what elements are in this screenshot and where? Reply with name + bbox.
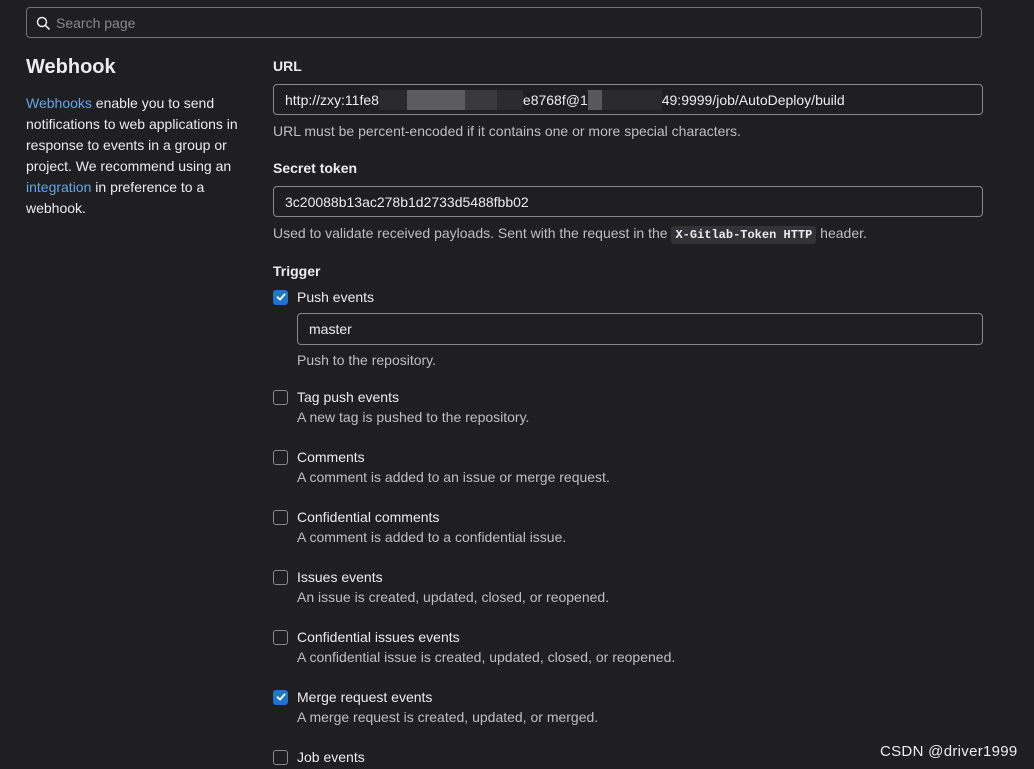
issues-events-label: Issues events [297,569,383,585]
trigger-label: Trigger [273,263,321,279]
confidential-comments-label: Confidential comments [297,509,440,525]
integration-link[interactable]: integration [26,179,91,195]
secret-token-input[interactable]: 3c20088b13ac278b1d2733d5488fbb02 [273,186,983,217]
header-name-code: X-Gitlab-Token HTTP [671,226,817,244]
url-help-text: URL must be percent-encoded if it contai… [273,123,741,139]
watermark-text: CSDN @driver1999 [880,743,1018,760]
trigger-confidential-comments[interactable]: Confidential comments [273,509,439,525]
merge-request-events-desc: A merge request is created, updated, or … [297,709,599,725]
url-value-part1: http://zxy:11fe8 [285,91,379,108]
checkmark-icon [276,693,286,701]
checkmark-icon [276,293,286,301]
secret-token-value: 3c20088b13ac278b1d2733d5488fbb02 [285,193,529,210]
merge-request-events-label: Merge request events [297,689,433,705]
secret-help-suffix: header. [816,225,867,241]
redacted-mask [496,89,523,110]
url-input[interactable]: http://zxy:11fe8 e8768f@1 49:9999/job/Au… [273,84,983,115]
sidebar-description: Webhook Webhooks enable you to send noti… [26,56,251,219]
url-label: URL [273,58,302,74]
url-value-part3: 49:9999/job/AutoDeploy/build [661,91,845,108]
branch-filter-input[interactable]: master [297,313,983,345]
confidential-comments-checkbox[interactable] [273,509,288,525]
confidential-issues-events-desc: A confidential issue is created, updated… [297,649,676,665]
url-value-part2: e8768f@1 [522,91,588,108]
tag-push-events-checkbox[interactable] [273,389,288,405]
comments-label: Comments [297,449,365,465]
secret-token-help: Used to validate received payloads. Sent… [273,225,867,244]
search-icon [36,16,50,30]
webhook-description: Webhooks enable you to send notification… [26,93,251,219]
issues-events-desc: An issue is created, updated, closed, or… [297,589,610,605]
issues-events-checkbox[interactable] [273,569,288,585]
redacted-mask [464,89,497,110]
trigger-tag-push-events[interactable]: Tag push events [273,389,399,405]
job-events-checkbox[interactable] [273,749,288,765]
redacted-mask [587,89,602,110]
trigger-confidential-issues-events[interactable]: Confidential issues events [273,629,460,645]
trigger-job-events[interactable]: Job events [273,749,365,765]
redacted-mask [378,89,407,110]
redacted-mask [406,89,465,110]
branch-filter-value: master [309,321,352,337]
confidential-issues-events-checkbox[interactable] [273,629,288,645]
tag-push-events-desc: A new tag is pushed to the repository. [297,409,530,425]
confidential-issues-events-label: Confidential issues events [297,629,460,645]
page-title: Webhook [26,56,116,78]
trigger-comments[interactable]: Comments [273,449,365,465]
confidential-comments-desc: A comment is added to a confidential iss… [297,529,567,545]
comments-desc: A comment is added to an issue or merge … [297,469,610,485]
push-events-checkbox[interactable] [273,289,288,305]
push-events-label: Push events [297,289,375,305]
search-bar[interactable] [26,7,982,38]
secret-help-text: Used to validate received payloads. Sent… [273,225,672,241]
comments-checkbox[interactable] [273,449,288,465]
trigger-push-events[interactable]: Push events [273,289,374,305]
search-input[interactable] [56,14,956,31]
trigger-merge-request-events[interactable]: Merge request events [273,689,432,705]
secret-token-label: Secret token [273,160,358,176]
job-events-label: Job events [297,749,365,765]
merge-request-events-checkbox[interactable] [273,689,288,705]
webhooks-link[interactable]: Webhooks [26,95,92,111]
redacted-mask [601,89,662,110]
trigger-issues-events[interactable]: Issues events [273,569,383,585]
tag-push-events-label: Tag push events [297,389,399,405]
push-events-desc: Push to the repository. [297,352,437,368]
